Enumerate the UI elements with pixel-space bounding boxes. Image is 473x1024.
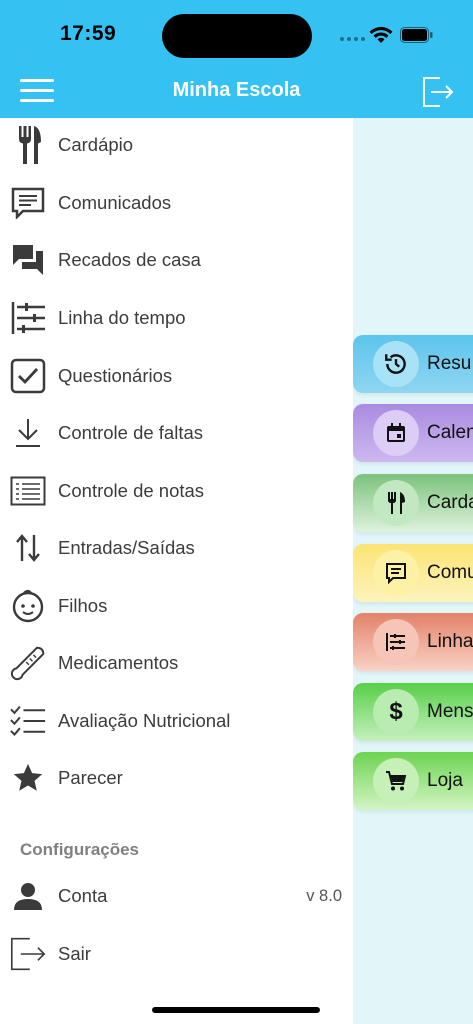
drawer-item-label: Comunicados xyxy=(58,192,172,213)
swap-arrows-icon xyxy=(10,530,46,566)
card-loja[interactable]: Loja xyxy=(353,752,473,810)
drawer-item-cardapio[interactable]: Cardápio xyxy=(0,120,353,170)
drawer-item-label: Controle de notas xyxy=(58,480,205,501)
drawer-item-avaliacao-nutricional[interactable]: Avaliação Nutricional xyxy=(0,696,353,746)
drawer-item-label: Sair xyxy=(58,943,91,964)
home-indicator[interactable] xyxy=(152,1007,320,1013)
fork-knife-icon xyxy=(10,126,46,164)
drawer-item-label: Conta xyxy=(58,885,108,906)
drawer-item-label: Controle de faltas xyxy=(58,422,204,443)
battery-icon xyxy=(400,27,433,43)
card-calendario[interactable]: Calen xyxy=(353,404,473,462)
timeline-icon xyxy=(373,619,419,665)
drawer-item-label: Filhos xyxy=(58,595,108,616)
cellular-signal-icon xyxy=(340,37,365,41)
download-icon xyxy=(10,415,46,451)
drawer-item-label: Entradas/Saídas xyxy=(58,537,195,558)
baby-face-icon xyxy=(10,588,46,624)
drawer-item-label: Linha do tempo xyxy=(58,307,186,328)
wifi-icon xyxy=(369,26,393,43)
drawer-item-comunicados[interactable]: Comunicados xyxy=(0,178,353,228)
timeline-icon xyxy=(10,300,46,336)
dollar-icon: $ xyxy=(373,689,419,735)
section-title-configuracoes: Configurações xyxy=(20,840,140,859)
person-icon xyxy=(10,878,46,914)
list-box-icon xyxy=(10,473,46,509)
drawer-item-questionarios[interactable]: Questionários xyxy=(0,351,353,401)
drawer-item-label: Medicamentos xyxy=(58,652,179,673)
card-cardapio[interactable]: Carda xyxy=(353,474,473,532)
card-comunicados[interactable]: Comu xyxy=(353,544,473,602)
status-bar: 17:59 xyxy=(0,0,473,66)
drawer-item-filhos[interactable]: Filhos xyxy=(0,581,353,631)
card-mensalidades[interactable]: $ Mens xyxy=(353,683,473,741)
star-icon xyxy=(10,760,46,796)
card-label: Resu xyxy=(427,353,472,374)
drawer-item-conta[interactable]: Conta v 8.0 xyxy=(0,871,353,921)
drawer-item-controle-notas[interactable]: Controle de notas xyxy=(0,466,353,516)
drawer-item-linha-do-tempo[interactable]: Linha do tempo xyxy=(0,293,353,343)
logout-icon[interactable] xyxy=(420,74,456,110)
drawer-item-label: Recados de casa xyxy=(58,249,201,270)
page-title: Minha Escola xyxy=(172,79,301,101)
app-version: v 8.0 xyxy=(306,886,342,905)
drawer-item-parecer[interactable]: Parecer xyxy=(0,753,353,803)
checkbox-icon xyxy=(10,358,46,394)
checklist-icon xyxy=(10,703,46,739)
thermometer-icon xyxy=(10,645,46,681)
cart-icon xyxy=(373,758,419,804)
message-icon xyxy=(373,550,419,596)
drawer-item-label: Parecer xyxy=(58,767,123,788)
card-resumo[interactable]: Resu xyxy=(353,335,473,393)
status-time: 17:59 xyxy=(60,22,117,45)
drawer-item-controle-faltas[interactable]: Controle de faltas xyxy=(0,408,353,458)
drawer-item-label: Questionários xyxy=(58,365,173,386)
drawer-item-label: Avaliação Nutricional xyxy=(58,710,231,731)
card-label: Comu xyxy=(427,562,473,583)
side-drawer: Cardápio Comunicados Recados de casa Lin… xyxy=(0,118,353,1024)
calendar-icon xyxy=(373,410,419,456)
card-label: Mens xyxy=(427,701,473,722)
drawer-item-label: Cardápio xyxy=(58,134,134,155)
chat-bubbles-icon xyxy=(10,242,46,278)
dynamic-island xyxy=(162,14,312,58)
exit-icon xyxy=(10,936,46,972)
drawer-item-recados[interactable]: Recados de casa xyxy=(0,235,353,285)
card-label: Carda xyxy=(427,492,473,513)
card-label: Calen xyxy=(427,422,473,443)
drawer-item-sair[interactable]: Sair xyxy=(0,929,353,979)
nav-bar: Minha Escola xyxy=(0,66,473,118)
history-icon xyxy=(373,341,419,387)
card-label: Linha xyxy=(427,631,473,652)
card-linha[interactable]: Linha xyxy=(353,613,473,671)
message-icon xyxy=(10,185,46,221)
drawer-item-entradas-saidas[interactable]: Entradas/Saídas xyxy=(0,523,353,573)
fork-knife-icon xyxy=(373,480,419,526)
card-label: Loja xyxy=(427,770,463,791)
drawer-item-medicamentos[interactable]: Medicamentos xyxy=(0,638,353,688)
